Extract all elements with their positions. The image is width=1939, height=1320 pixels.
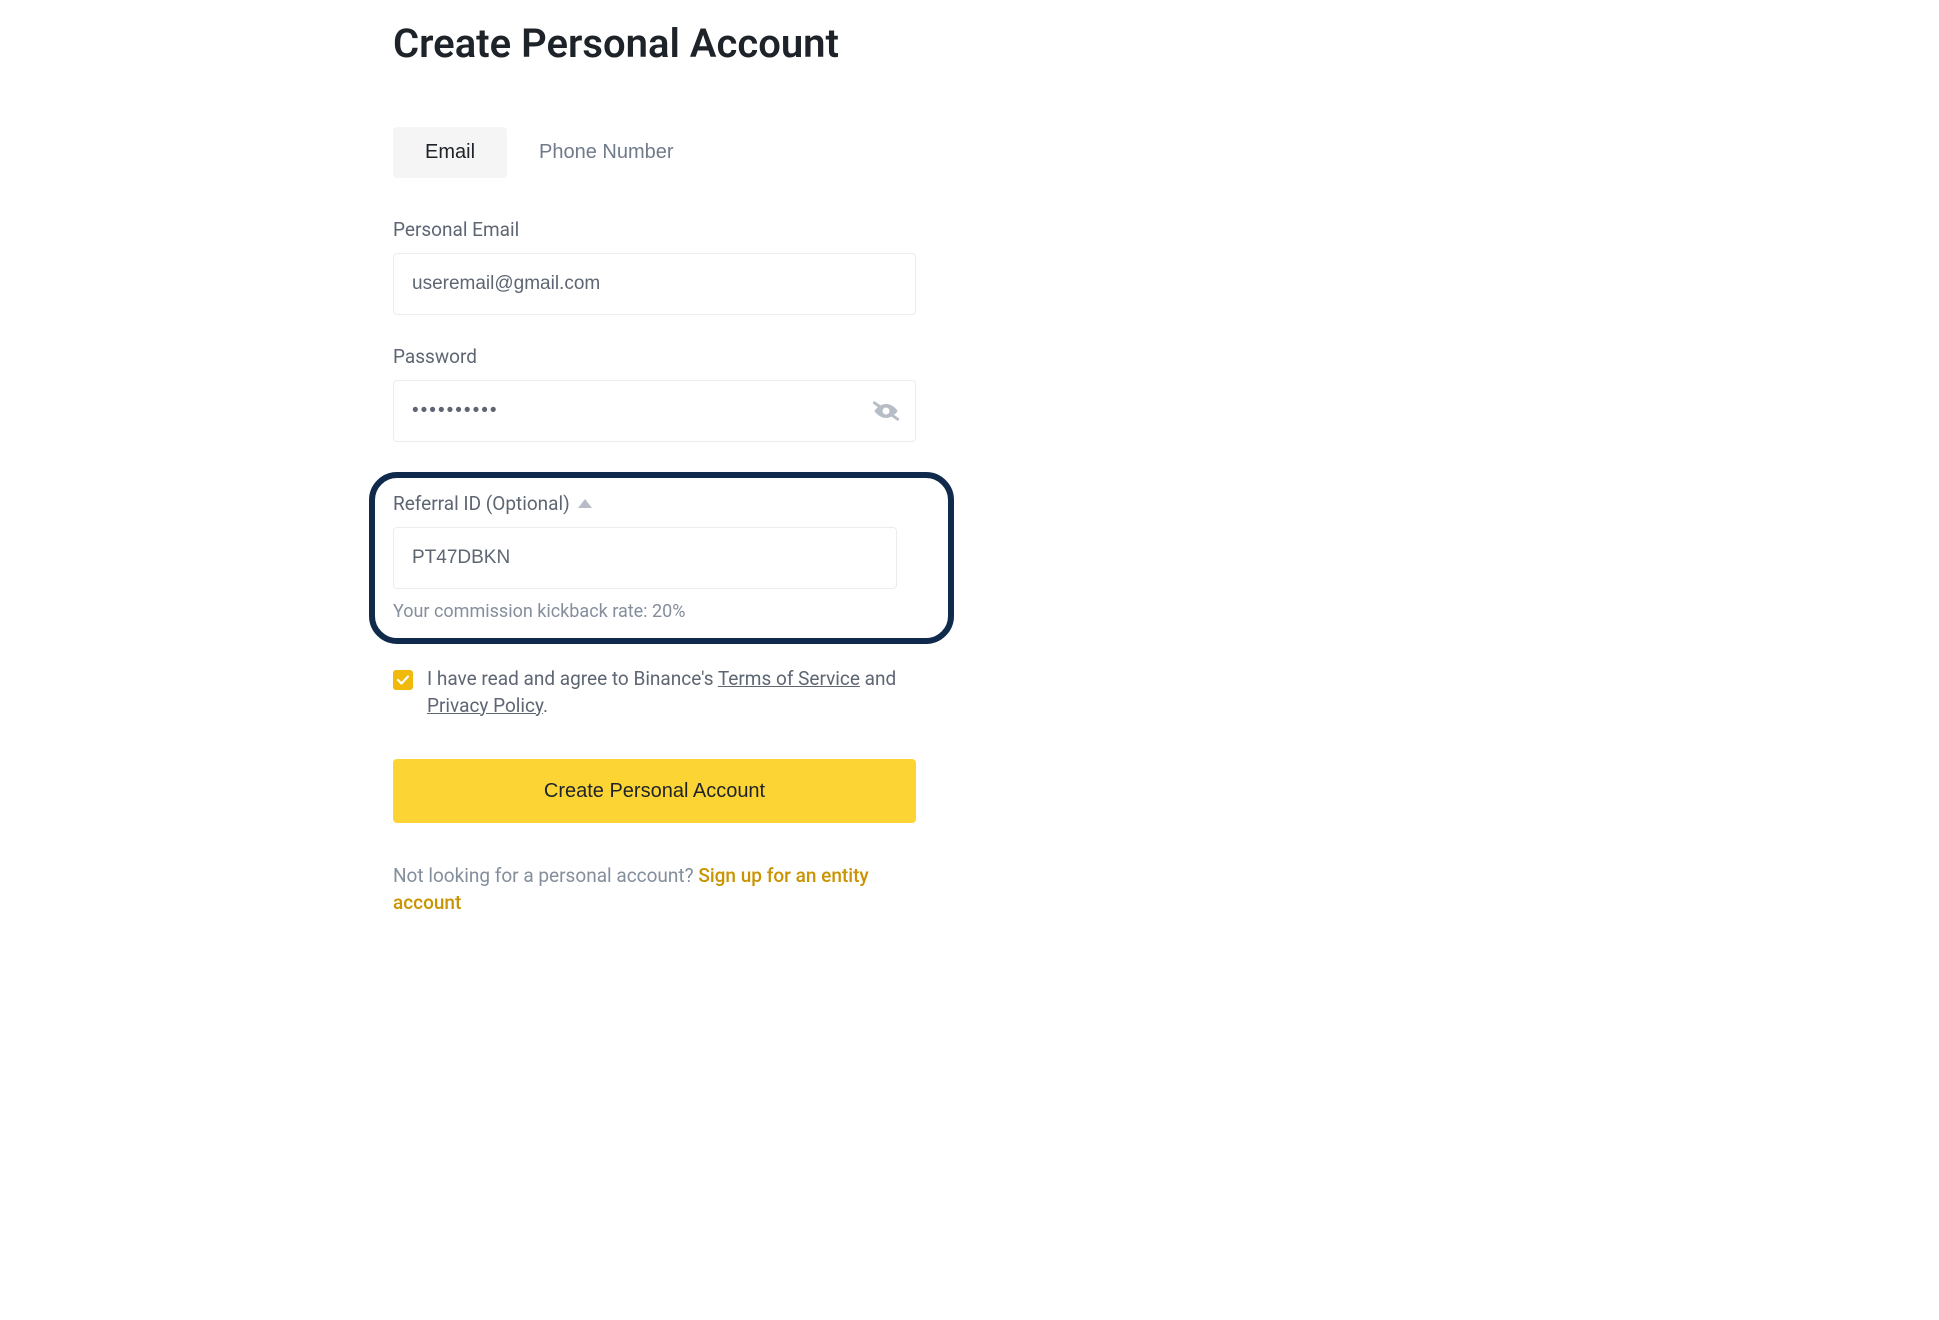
signup-form: Create Personal Account Email Phone Numb… <box>393 0 916 916</box>
consent-suffix: . <box>543 694 548 717</box>
tab-phone[interactable]: Phone Number <box>507 127 706 178</box>
referral-highlight: Referral ID (Optional) Your commission k… <box>369 472 954 644</box>
referral-input-wrapper <box>393 527 930 589</box>
password-label: Password <box>393 345 916 368</box>
consent-middle: and <box>860 667 896 690</box>
footer-prefix: Not looking for a personal account? <box>393 864 698 887</box>
tabs: Email Phone Number <box>393 127 916 178</box>
consent-label: I have read and agree to Binance's Terms… <box>427 666 916 719</box>
password-field-group: Password <box>393 345 916 442</box>
privacy-policy-link[interactable]: Privacy Policy <box>427 694 543 717</box>
referral-input[interactable] <box>393 527 897 589</box>
consent-checkbox[interactable] <box>393 670 413 690</box>
create-account-button[interactable]: Create Personal Account <box>393 759 916 823</box>
password-input-wrapper <box>393 380 916 442</box>
page-title: Create Personal Account <box>393 20 916 67</box>
tab-email[interactable]: Email <box>393 127 507 178</box>
referral-label-row: Referral ID (Optional) <box>393 492 930 515</box>
hide-password-icon[interactable] <box>872 397 900 425</box>
email-input-wrapper <box>393 253 916 315</box>
email-label: Personal Email <box>393 218 916 241</box>
email-input[interactable] <box>393 253 916 315</box>
consent-row: I have read and agree to Binance's Terms… <box>393 666 916 719</box>
password-input[interactable] <box>393 380 916 442</box>
referral-helper: Your commission kickback rate: 20% <box>393 601 930 622</box>
referral-field-group: Referral ID (Optional) Your commission k… <box>393 492 930 622</box>
terms-of-service-link[interactable]: Terms of Service <box>718 667 860 690</box>
caret-up-icon[interactable] <box>578 499 592 509</box>
referral-label: Referral ID (Optional) <box>393 492 570 515</box>
email-field-group: Personal Email <box>393 218 916 315</box>
footer-text: Not looking for a personal account? Sign… <box>393 863 916 916</box>
consent-prefix: I have read and agree to Binance's <box>427 667 718 690</box>
